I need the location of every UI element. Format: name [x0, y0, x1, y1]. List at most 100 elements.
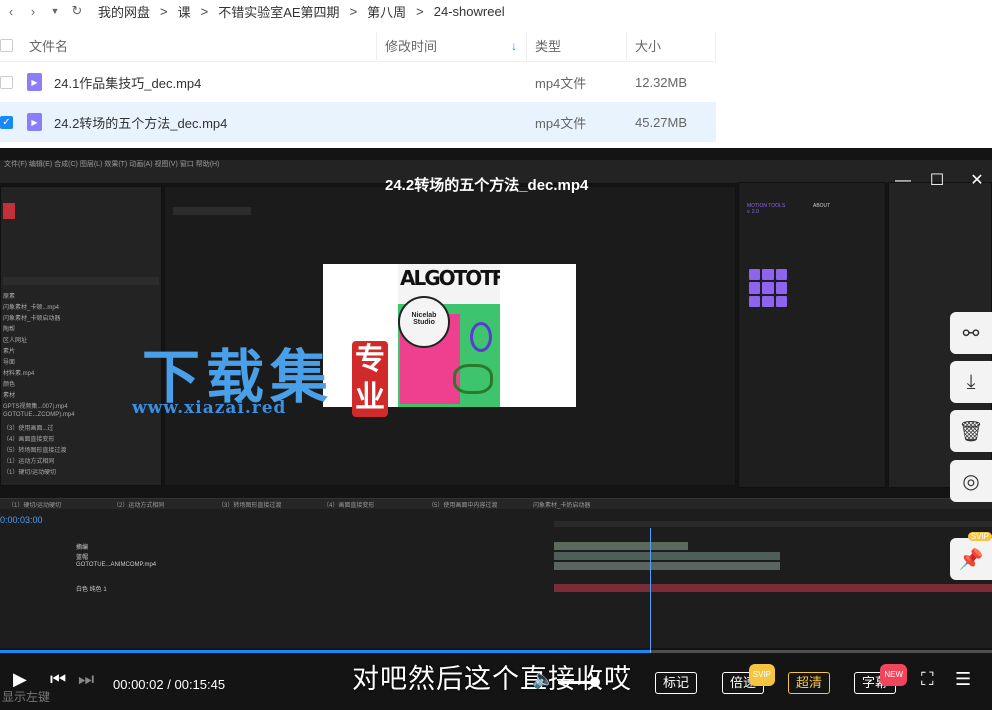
- back-icon[interactable]: ‹: [0, 0, 22, 22]
- speed-button[interactable]: 倍速 SVIP: [722, 664, 776, 694]
- total-time: 00:15:45: [174, 677, 226, 692]
- column-divider[interactable]: [376, 32, 377, 60]
- project-item[interactable]: （1）运动方式相同: [3, 456, 54, 465]
- share-icon[interactable]: ⚯: [950, 312, 992, 354]
- layer-name[interactable]: 蓝帽: [76, 552, 88, 561]
- ae-timeline: （1）硬切/运动硬切 （2）运动方式相同 （3）转场图形直接过渡 （4）画面直接变形 （…: [0, 498, 992, 648]
- video-file-icon: ▶: [27, 73, 42, 91]
- download-icon[interactable]: ⤓: [950, 361, 992, 403]
- poster-blob: [453, 364, 493, 394]
- timeline-tab[interactable]: （2）运动方式相同: [113, 500, 164, 509]
- close-icon[interactable]: ✕: [967, 172, 987, 190]
- timeline-tab[interactable]: （4）画面直接变形: [323, 500, 374, 509]
- timecode: 0:00:03:00: [0, 515, 43, 525]
- header-type[interactable]: 类型: [535, 36, 561, 55]
- project-item[interactable]: 区人网址: [3, 335, 27, 344]
- select-all-checkbox[interactable]: [0, 39, 13, 52]
- project-item[interactable]: （3）使用画面...过: [3, 423, 53, 432]
- delete-icon[interactable]: 🗑: [950, 410, 992, 452]
- forward-icon[interactable]: ›: [22, 0, 44, 22]
- ae-menu-bar: 文件(F) 编辑(E) 合成(C) 图层(L) 效果(T) 动画(A) 视图(V…: [0, 160, 992, 170]
- breadcrumb-item[interactable]: 不错实验室AE第四期: [218, 2, 339, 21]
- table-row[interactable]: ▶ 24.1作品集技巧_dec.mp4 mp4文件 12.32MB: [0, 62, 716, 102]
- sort-desc-icon[interactable]: ↓: [511, 39, 517, 53]
- breadcrumb-item[interactable]: 24-showreel: [434, 4, 505, 19]
- project-item[interactable]: （1）硬切/运动硬切: [3, 467, 56, 476]
- breadcrumb-sep-icon: >: [160, 3, 168, 19]
- ae-project-panel: 原素闪象素材_卡顿...mp4 闪象素材_卡顿启动器 陶帮区人网址素片导面材料素.m…: [0, 186, 162, 486]
- timeline-tab[interactable]: （5）使用画面中内容过渡: [428, 500, 497, 509]
- minimize-icon[interactable]: —: [893, 172, 913, 190]
- previous-icon[interactable]: ⏮: [50, 669, 66, 690]
- volume-knob[interactable]: [590, 677, 600, 687]
- column-divider[interactable]: [526, 32, 527, 60]
- project-item[interactable]: 素材: [3, 390, 15, 399]
- next-icon[interactable]: ⏭: [78, 669, 94, 690]
- project-item[interactable]: 闪象素材_卡顿...mp4: [3, 302, 59, 311]
- speed-badge: SVIP: [748, 664, 776, 686]
- layer-track: [554, 552, 780, 560]
- header-name[interactable]: 文件名: [29, 36, 68, 55]
- player-controls: ▶ ⏮ ⏭ 00:00:02 / 00:15:45 对吧然后这个直接收哎 🔈 标…: [0, 653, 992, 710]
- layer-name[interactable]: 摘编: [76, 542, 88, 551]
- video-title: 24.2转场的五个方法_dec.mp4: [385, 177, 589, 194]
- fullscreen-icon[interactable]: ⛶: [921, 669, 934, 690]
- video-player[interactable]: 文件(F) 编辑(E) 合成(C) 图层(L) 效果(T) 动画(A) 视图(V…: [0, 148, 992, 710]
- caption-button[interactable]: 字幕 NEW: [854, 664, 908, 694]
- layer-name[interactable]: 白色 纯色 1: [76, 584, 107, 593]
- history-dropdown-icon[interactable]: ▼: [44, 0, 66, 22]
- target-icon[interactable]: ◎: [950, 460, 992, 502]
- breadcrumb-item[interactable]: 第八周: [367, 2, 406, 21]
- maximize-icon[interactable]: ☐: [927, 172, 947, 190]
- project-item[interactable]: 原素: [3, 291, 15, 300]
- layer-name[interactable]: GOTOTUE...ANIMCOMP.mp4: [76, 562, 156, 568]
- motion-tools-logo: MOTION TOOLS v. 2.0: [747, 203, 786, 215]
- video-file-icon: ▶: [27, 113, 42, 131]
- poster-ring: [470, 322, 492, 352]
- current-time: 00:00:02: [113, 677, 164, 692]
- breadcrumb-item[interactable]: 课: [178, 2, 191, 21]
- project-item[interactable]: GOTOTUE...ZCOMP).mp4: [3, 412, 75, 420]
- timeline-tab[interactable]: （3）转场图形直接过渡: [218, 500, 281, 509]
- header-time[interactable]: 修改时间: [385, 36, 437, 55]
- poster-artwork: Nicelab Studio ALGOTOTF: [398, 264, 500, 407]
- project-item[interactable]: 闪象素材_卡顿启动器: [3, 313, 60, 322]
- project-item[interactable]: （5）转场图形直接过渡: [3, 445, 66, 454]
- timeline-tabs: （1）硬切/运动硬切 （2）运动方式相同 （3）转场图形直接过渡 （4）画面直接变形 （…: [0, 499, 992, 509]
- play-icon[interactable]: ▶: [13, 669, 27, 690]
- subtitle-text: 对吧然后这个直接收哎: [352, 664, 632, 694]
- quality-button[interactable]: 超清: [788, 672, 831, 694]
- project-item[interactable]: 颜色: [3, 379, 15, 388]
- layer-track: [554, 562, 780, 570]
- project-item[interactable]: 陶帮: [3, 324, 15, 333]
- project-item[interactable]: 材料素.mp4: [3, 368, 34, 377]
- layer-track: [554, 542, 688, 550]
- breadcrumb-item[interactable]: 我的网盘: [98, 2, 150, 21]
- mark-button[interactable]: 标记: [655, 672, 698, 694]
- pin-icon[interactable]: 📌 SVIP: [950, 532, 992, 580]
- file-size: 12.32MB: [635, 74, 688, 90]
- breadcrumb-sep-icon: >: [200, 3, 209, 19]
- timeline-tab[interactable]: 闪象素材_卡奶启动器: [533, 500, 590, 509]
- playlist-icon[interactable]: ☰: [955, 669, 971, 690]
- project-item[interactable]: 素片: [3, 346, 15, 355]
- pin-badge: SVIP: [967, 532, 992, 541]
- table-row[interactable]: ✓ ▶ 24.2转场的五个方法_dec.mp4 mp4文件 45.27MB: [0, 102, 716, 142]
- header-size[interactable]: 大小: [635, 36, 661, 55]
- project-item[interactable]: GPTS视频集...007).mp4: [3, 401, 68, 410]
- motion-tools-panel: MOTION TOOLS v. 2.0 ABOUT: [738, 182, 886, 488]
- volume-icon[interactable]: 🔈: [532, 669, 554, 690]
- file-name[interactable]: 24.1作品集技巧_dec.mp4: [54, 73, 201, 92]
- file-name[interactable]: 24.2转场的五个方法_dec.mp4: [54, 113, 227, 132]
- row-checkbox[interactable]: [0, 75, 13, 89]
- project-item[interactable]: （4）画面直接变形: [3, 434, 54, 443]
- timeline-tab[interactable]: （1）硬切/运动硬切: [8, 500, 61, 509]
- time-separator: /: [167, 677, 171, 692]
- row-checkbox[interactable]: ✓: [0, 115, 13, 129]
- refresh-icon[interactable]: ↻: [66, 0, 88, 22]
- project-search: [3, 277, 159, 285]
- project-thumbnail: [3, 203, 15, 219]
- column-divider[interactable]: [626, 32, 627, 60]
- project-item[interactable]: 导面: [3, 357, 15, 366]
- column-divider[interactable]: [715, 32, 716, 60]
